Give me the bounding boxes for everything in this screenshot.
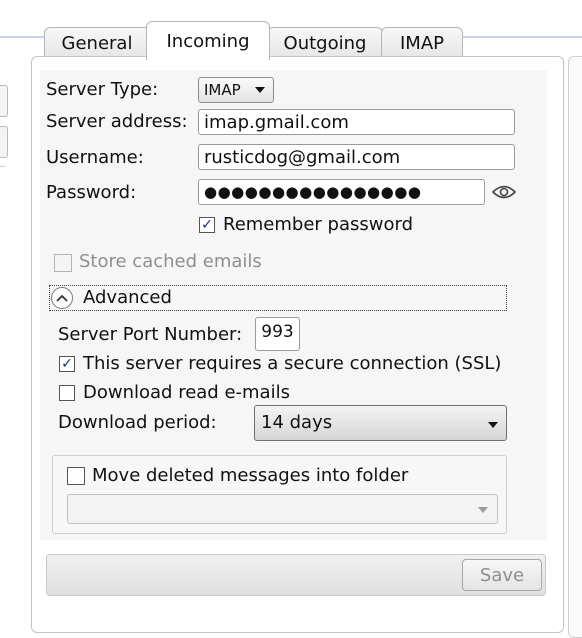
download-period-select[interactable]: 14 days: [254, 405, 507, 441]
server-address-value: imap.gmail.com: [204, 111, 349, 133]
folder-select[interactable]: [67, 494, 498, 524]
tab-imap[interactable]: IMAP: [381, 27, 463, 58]
move-deleted-label: Move deleted messages into folder: [92, 465, 409, 486]
left-pane-edge: [0, 166, 6, 627]
remember-password-checkbox[interactable]: ✓: [199, 217, 215, 233]
left-pane-button[interactable]: [0, 126, 8, 158]
tab-label: Outgoing: [283, 32, 367, 54]
server-type-value: IMAP: [204, 81, 241, 99]
tab-label: IMAP: [399, 32, 444, 54]
server-address-label: Server address:: [46, 111, 188, 132]
username-label: Username:: [46, 147, 144, 168]
chevron-down-icon: [478, 507, 488, 513]
chevron-up-icon[interactable]: [51, 287, 73, 309]
tab-general[interactable]: General: [44, 27, 150, 58]
port-input[interactable]: 993: [255, 317, 300, 351]
right-pane-edge: [568, 56, 582, 638]
password-value: ●●●●●●●●●●●●●●●●: [204, 183, 422, 201]
left-pane-button[interactable]: [0, 85, 8, 117]
username-value: rusticdog@gmail.com: [204, 146, 401, 168]
save-button[interactable]: Save: [462, 559, 542, 591]
password-input[interactable]: ●●●●●●●●●●●●●●●●: [198, 179, 485, 205]
password-label: Password:: [46, 182, 137, 203]
tab-label: Incoming: [166, 30, 250, 52]
port-label: Server Port Number:: [58, 324, 243, 345]
tab-outgoing[interactable]: Outgoing: [267, 27, 383, 58]
tab-label: General: [61, 32, 133, 54]
store-cached-checkbox[interactable]: [54, 254, 72, 272]
store-cached-label: Store cached emails: [79, 251, 262, 272]
server-type-label: Server Type:: [46, 79, 159, 100]
save-label: Save: [479, 564, 525, 586]
download-read-checkbox[interactable]: [59, 385, 75, 401]
remember-password-label: Remember password: [223, 214, 413, 235]
check-icon: ✓: [61, 356, 73, 372]
download-period-value: 14 days: [261, 412, 333, 433]
move-deleted-checkbox[interactable]: [67, 467, 85, 485]
check-icon: ✓: [201, 217, 213, 233]
download-read-label: Download read e-mails: [83, 382, 290, 403]
eye-icon[interactable]: [491, 182, 517, 202]
server-type-select[interactable]: IMAP: [198, 77, 274, 103]
ssl-label: This server requires a secure connection…: [83, 353, 502, 374]
server-address-input[interactable]: imap.gmail.com: [198, 109, 515, 135]
port-value: 993: [261, 322, 294, 342]
download-period-label: Download period:: [58, 412, 217, 433]
chevron-down-icon: [254, 87, 265, 93]
advanced-label: Advanced: [83, 287, 172, 308]
chevron-down-icon: [488, 422, 498, 428]
tab-incoming[interactable]: Incoming: [146, 21, 270, 60]
username-input[interactable]: rusticdog@gmail.com: [198, 144, 515, 170]
ssl-checkbox[interactable]: ✓: [59, 356, 75, 372]
